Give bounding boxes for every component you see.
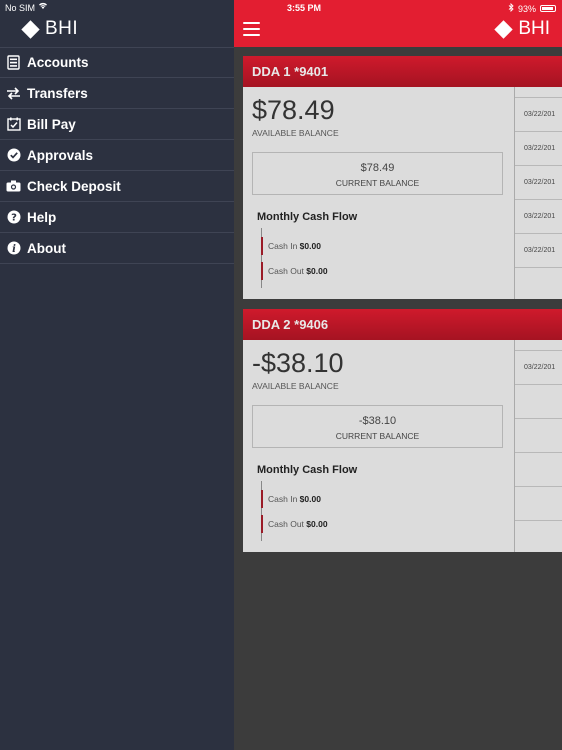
sidebar-menu: Accounts Transfers Bill Pay Approvals Ch: [0, 47, 234, 264]
diamond-logo-icon: [494, 19, 514, 39]
accounts-icon: [6, 55, 21, 70]
transactions-list: 03/22/201 03/22/201 03/22/201 03/22/201 …: [515, 87, 562, 299]
sidebar-item-label: Approvals: [27, 147, 94, 163]
hamburger-menu-icon[interactable]: [243, 22, 260, 36]
sidebar-logo: BHI: [20, 17, 78, 41]
transaction-row[interactable]: [515, 385, 562, 419]
svg-text:?: ?: [11, 213, 17, 224]
cash-in-row: Cash In $0.00: [261, 237, 321, 255]
bluetooth-icon: [508, 2, 514, 14]
available-balance-label: AVAILABLE BALANCE: [252, 381, 339, 391]
transaction-row[interactable]: 03/22/201: [515, 166, 562, 200]
diamond-logo-icon: [21, 19, 40, 39]
cash-flow-title: Monthly Cash Flow: [257, 464, 358, 476]
account-name[interactable]: DDA 2 *9406: [243, 309, 562, 340]
top-bar: 3:55 PM 93% BHI: [234, 0, 562, 47]
current-balance: $78.49: [360, 162, 395, 174]
sidebar-item-about[interactable]: i About: [0, 233, 234, 264]
sidebar-item-bill-pay[interactable]: Bill Pay: [0, 109, 234, 140]
transactions-list: 03/22/201: [515, 340, 562, 552]
available-balance: $78.49: [252, 95, 335, 125]
sidebar-brand: BHI: [45, 18, 79, 39]
account-card[interactable]: DDA 2 *9406 -$38.10 AVAILABLE BALANCE -$…: [243, 309, 562, 552]
sidebar-item-approvals[interactable]: Approvals: [0, 140, 234, 171]
accounts-content: DDA 1 *9401 $78.49 AVAILABLE BALANCE $78…: [234, 47, 562, 750]
cash-in-row: Cash In $0.00: [261, 490, 321, 508]
account-card[interactable]: DDA 1 *9401 $78.49 AVAILABLE BALANCE $78…: [243, 56, 562, 299]
cash-out-value: $0.00: [306, 519, 328, 529]
header-logo: BHI: [493, 17, 550, 41]
available-balance-label: AVAILABLE BALANCE: [252, 128, 339, 138]
battery-percent: 93%: [517, 3, 536, 14]
svg-text:i: i: [12, 244, 16, 255]
carrier-label: No SIM: [5, 3, 36, 13]
sidebar-item-transfers[interactable]: Transfers: [0, 78, 234, 109]
cash-flow-title: Monthly Cash Flow: [257, 211, 358, 223]
status-bar-right: 93%: [508, 2, 556, 14]
sidebar: No SIM BHI Accounts Transfers Bill Pay A…: [0, 0, 234, 750]
current-balance: -$38.10: [358, 415, 397, 427]
transaction-row[interactable]: [515, 487, 562, 521]
camera-icon: [6, 179, 21, 194]
transaction-row[interactable]: 03/22/201: [515, 200, 562, 234]
account-name[interactable]: DDA 1 *9401: [243, 56, 562, 87]
sidebar-item-label: Check Deposit: [27, 178, 121, 194]
current-balance-label: CURRENT BALANCE: [335, 178, 420, 188]
cash-in-label: Cash In: [268, 494, 298, 504]
status-bar-left: No SIM: [0, 0, 234, 16]
wifi-icon: [38, 1, 48, 13]
cash-out-label: Cash Out: [268, 519, 304, 529]
transaction-row[interactable]: 03/22/201: [515, 132, 562, 166]
sidebar-item-check-deposit[interactable]: Check Deposit: [0, 171, 234, 202]
cash-out-row: Cash Out $0.00: [261, 262, 328, 280]
available-balance: -$38.10: [252, 348, 344, 378]
sidebar-item-label: About: [27, 240, 66, 256]
current-balance-label: CURRENT BALANCE: [335, 431, 420, 441]
transaction-row[interactable]: 03/22/201: [515, 234, 562, 268]
sidebar-item-accounts[interactable]: Accounts: [0, 47, 234, 78]
current-balance-box: -$38.10 CURRENT BALANCE: [252, 405, 503, 448]
cash-out-label: Cash Out: [268, 266, 304, 276]
cash-in-value: $0.00: [299, 494, 321, 504]
transfers-icon: [6, 86, 21, 101]
sidebar-item-help[interactable]: ? Help: [0, 202, 234, 233]
status-time: 3:55 PM: [286, 3, 321, 13]
cash-in-value: $0.00: [299, 241, 321, 251]
question-icon: ?: [6, 210, 21, 225]
check-circle-icon: [6, 148, 21, 163]
transaction-row[interactable]: 03/22/201: [515, 98, 562, 132]
sidebar-item-label: Transfers: [27, 85, 88, 101]
transaction-row[interactable]: [515, 419, 562, 453]
cash-in-label: Cash In: [268, 241, 298, 251]
calendar-check-icon: [6, 117, 21, 132]
info-icon: i: [6, 241, 21, 256]
battery-icon: [540, 5, 556, 12]
cash-out-value: $0.00: [306, 266, 328, 276]
sidebar-item-label: Bill Pay: [27, 116, 76, 132]
sidebar-item-label: Help: [27, 209, 57, 225]
sidebar-item-label: Accounts: [27, 55, 89, 70]
transaction-row[interactable]: [515, 453, 562, 487]
transaction-row[interactable]: 03/22/201: [515, 351, 562, 385]
cash-out-row: Cash Out $0.00: [261, 515, 328, 533]
header-brand: BHI: [518, 18, 550, 39]
current-balance-box: $78.49 CURRENT BALANCE: [252, 152, 503, 195]
